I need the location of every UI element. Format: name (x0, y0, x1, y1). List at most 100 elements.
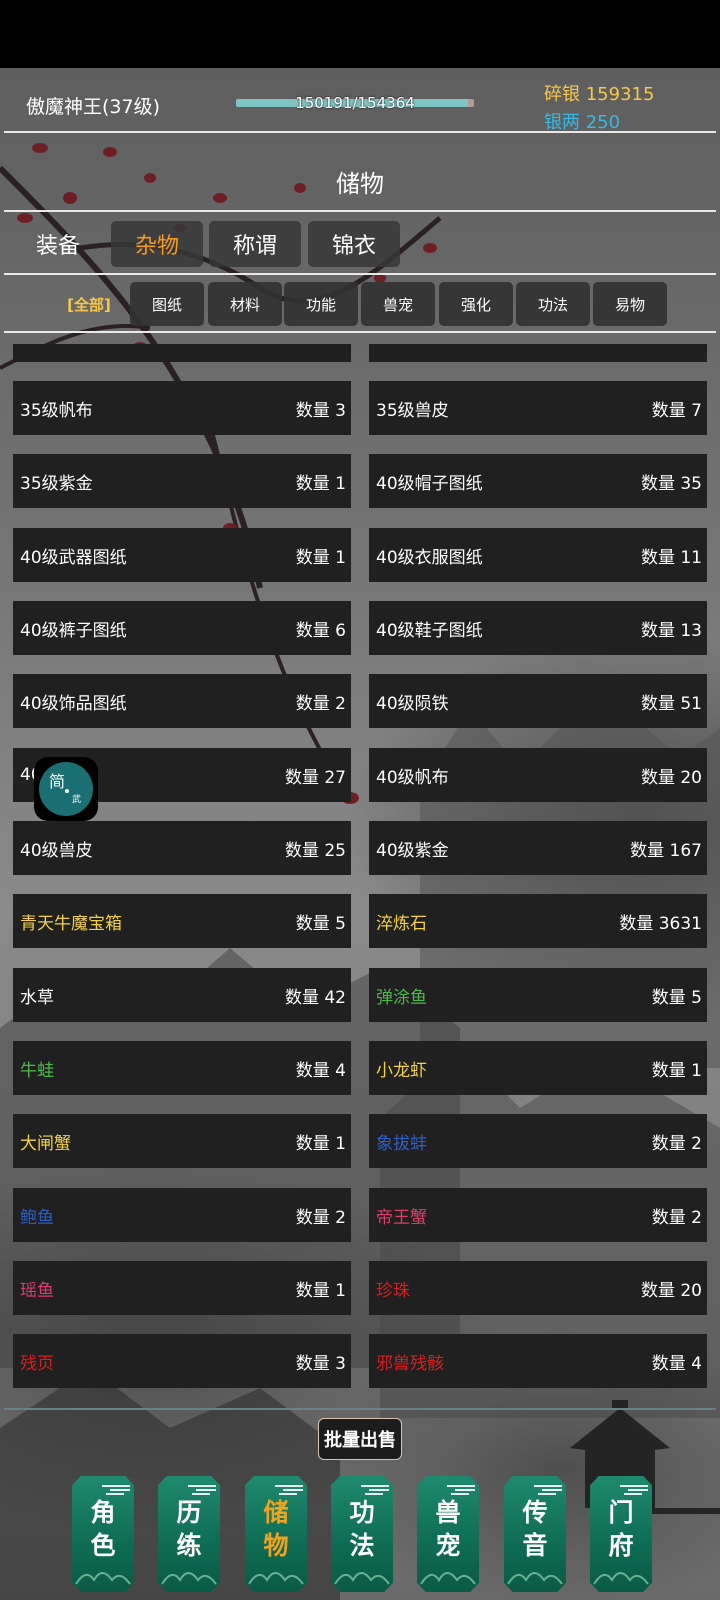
item-slot[interactable]: 邪兽残骸 数量 4 (369, 1334, 707, 1388)
item-slot[interactable]: 40级陨铁 数量 51 (369, 674, 707, 728)
nav-messages[interactable]: 传音 (504, 1476, 566, 1592)
item-name: 40级陨铁 (376, 693, 449, 714)
nav-storage[interactable]: 储物 (245, 1476, 307, 1592)
tab-label: 称谓 (232, 234, 277, 259)
item-name: 瑶鱼 (20, 1280, 54, 1301)
item-quantity: 数量 13 (640, 620, 702, 641)
status-bar (0, 0, 720, 68)
item-name: 40级武器图纸 (20, 547, 127, 568)
divider (4, 1408, 716, 1410)
subtab-trade[interactable]: 易物 (593, 282, 667, 326)
nav-training[interactable]: 历练 (158, 1476, 220, 1592)
nav-label-char: 功 (349, 1498, 375, 1527)
subtab-blueprints[interactable]: 图纸 (130, 282, 204, 326)
item-slot[interactable]: 40级武器图纸 数量 1 (13, 528, 351, 582)
item-name: 帝王蟹 (376, 1207, 427, 1228)
item-name: 淬炼石 (376, 913, 427, 934)
divider (4, 273, 716, 275)
item-slot[interactable]: 35级帆布 数量 3 (13, 381, 351, 435)
nav-pets[interactable]: 兽宠 (417, 1476, 479, 1592)
tab-misc[interactable]: 杂物 (111, 221, 203, 267)
item-quantity: 数量 167 (630, 840, 702, 861)
tab-titles[interactable]: 称谓 (209, 221, 301, 267)
subtab-label: 功能 (305, 295, 336, 314)
item-name: 40级帆布 (376, 767, 449, 788)
divider (4, 331, 716, 333)
item-slot[interactable]: 小龙虾 数量 1 (369, 1041, 707, 1095)
item-slot[interactable]: 40级裤子图纸 数量 6 (13, 601, 351, 655)
nav-label-char: 储 (263, 1498, 289, 1527)
tab-outfits[interactable]: 锦衣 (308, 221, 400, 267)
subtab-materials[interactable]: 材料 (208, 282, 282, 326)
item-slot[interactable]: 40级衣服图纸 数量 11 (369, 528, 707, 582)
item-quantity: 数量 51 (640, 693, 702, 714)
item-name: 40级鞋子图纸 (376, 620, 483, 641)
item-quantity: 数量 2 (295, 1207, 346, 1228)
batch-sell-button[interactable]: 批量出售 (318, 1418, 402, 1460)
nav-sect[interactable]: 门府 (590, 1476, 652, 1592)
item-slot[interactable]: 弹涂鱼 数量 5 (369, 968, 707, 1022)
item-name: 35级帆布 (20, 400, 93, 421)
nav-character[interactable]: 角色 (72, 1476, 134, 1592)
subtab-pets[interactable]: 兽宠 (361, 282, 435, 326)
tab-label: 锦衣 (331, 234, 376, 259)
item-name: 大闸蟹 (20, 1133, 71, 1154)
item-name: 邪兽残骸 (376, 1353, 444, 1374)
item-quantity: 数量 27 (284, 767, 346, 788)
item-name: 小龙虾 (376, 1060, 427, 1081)
item-slot[interactable]: 40级兽皮 数量 25 (13, 821, 351, 875)
divider (4, 131, 716, 133)
floating-assistant-button[interactable]: 简 武 (34, 757, 98, 821)
item-slot[interactable]: 水草 数量 42 (13, 968, 351, 1022)
nav-skills[interactable]: 功法 (331, 1476, 393, 1592)
item-slot[interactable]: 40级紫金 数量 167 (369, 821, 707, 875)
float-char-main: 简 (49, 772, 66, 791)
money-label: 碎银 (544, 84, 580, 105)
item-slot[interactable]: 鲍鱼 数量 2 (13, 1188, 351, 1242)
item-quantity: 数量 2 (651, 1207, 702, 1228)
subtab-label: 兽宠 (382, 295, 413, 314)
item-slot[interactable]: 35级兽皮 数量 7 (369, 381, 707, 435)
money-value: 159315 (585, 84, 655, 105)
page-title: 储物 (336, 170, 384, 198)
item-slot[interactable]: 40级鞋子图纸 数量 13 (369, 601, 707, 655)
item-quantity: 数量 1 (295, 547, 346, 568)
subtab-all[interactable]: [全部] (52, 282, 126, 326)
nav-label: 储物 (245, 1496, 307, 1562)
item-slot[interactable]: 大闸蟹 数量 1 (13, 1114, 351, 1168)
nav-label-char: 门 (608, 1498, 634, 1527)
item-name: 水草 (20, 987, 54, 1008)
item-slot[interactable]: 残页 数量 3 (13, 1334, 351, 1388)
item-slot[interactable]: 牛蛙 数量 4 (13, 1041, 351, 1095)
item-name: 35级紫金 (20, 473, 93, 494)
subtab-label: [全部] (67, 295, 111, 314)
item-quantity: 数量 5 (651, 987, 702, 1008)
item-slot[interactable]: 淬炼石 数量 3631 (369, 894, 707, 948)
item-quantity: 数量 1 (295, 1280, 346, 1301)
item-slot[interactable]: 40级饰品图纸 数量 2 (13, 674, 351, 728)
subtab-enhance[interactable]: 强化 (439, 282, 513, 326)
item-slot[interactable]: 青天牛魔宝箱 数量 5 (13, 894, 351, 948)
item-slot[interactable]: 40级帆布 数量 20 (369, 748, 707, 802)
item-quantity: 数量 11 (640, 547, 702, 568)
item-slot[interactable]: 象拔蚌 数量 2 (369, 1114, 707, 1168)
item-slot[interactable]: 40级帽子图纸 数量 35 (369, 454, 707, 508)
subtab-functional[interactable]: 功能 (284, 282, 358, 326)
subtab-label: 功法 (537, 295, 568, 314)
floating-assistant-icon: 简 武 (39, 762, 93, 816)
float-char-sub: 武 (72, 795, 82, 805)
item-slot[interactable]: 35级紫金 数量 1 (13, 454, 351, 508)
partial-item-row (369, 344, 707, 362)
item-name: 40级饰品图纸 (20, 693, 127, 714)
item-slot[interactable]: 珍珠 数量 20 (369, 1261, 707, 1315)
item-slot[interactable]: 帝王蟹 数量 2 (369, 1188, 707, 1242)
nav-label: 功法 (331, 1496, 393, 1562)
tab-equipment[interactable]: 装备 (12, 221, 104, 267)
divider (4, 210, 716, 212)
item-name: 珍珠 (376, 1280, 410, 1301)
item-quantity: 数量 42 (284, 987, 346, 1008)
item-name: 40级紫金 (376, 840, 449, 861)
item-quantity: 数量 4 (651, 1353, 702, 1374)
item-slot[interactable]: 瑶鱼 数量 1 (13, 1261, 351, 1315)
subtab-skills[interactable]: 功法 (516, 282, 590, 326)
